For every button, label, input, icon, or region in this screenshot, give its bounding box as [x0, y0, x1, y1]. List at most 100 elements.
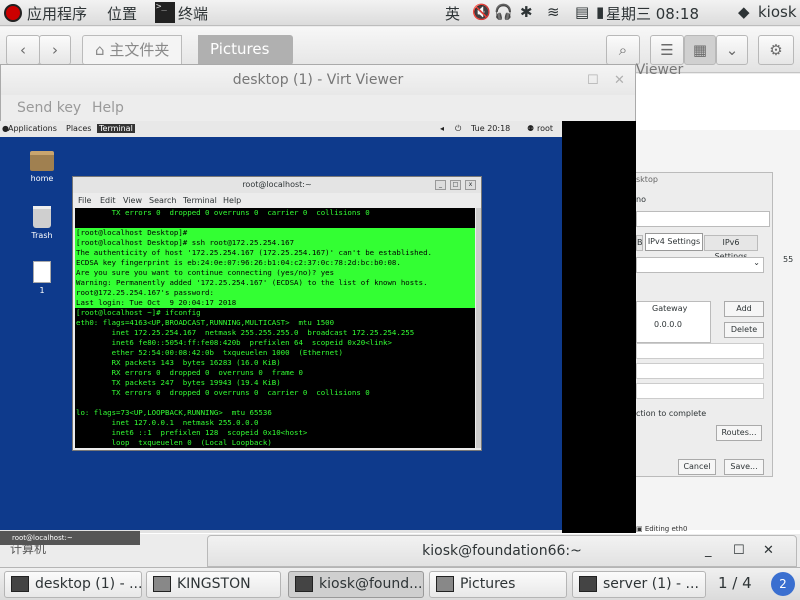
terminal-app-icon: >_ [155, 2, 175, 23]
active-app-label[interactable]: 终端 [178, 3, 208, 24]
name-field[interactable] [636, 211, 770, 227]
require-ipv4-text: ction to complete [636, 409, 707, 418]
search-icon[interactable]: ⌕ [606, 35, 640, 65]
help-menu[interactable]: Help [92, 100, 124, 116]
tab-ipv6-settings[interactable]: IPv6 Settings [704, 235, 758, 261]
terminal-line: TX packets 247 bytes 19943 (19.4 KiB) [76, 378, 281, 387]
terminal-line: TX errors 0 dropped 0 overruns 0 carrier… [76, 208, 370, 217]
minimize-icon[interactable]: _ [435, 180, 446, 190]
path-current-folder[interactable]: Pictures [198, 35, 293, 65]
guest-volume-icon[interactable]: ◂ [440, 124, 444, 133]
user-menu[interactable]: kiosk [758, 3, 797, 21]
terminal-output[interactable]: TX errors 0 dropped 0 overruns 0 carrier… [75, 208, 475, 448]
home-folder-icon[interactable]: home [22, 151, 62, 183]
guest-user-icon: ⚉ [527, 124, 535, 133]
notification-title: kiosk@foundation66:~ [422, 543, 582, 559]
window-icon [579, 576, 597, 592]
delete-button[interactable]: Delete [724, 322, 764, 338]
search-domains-field[interactable] [636, 363, 764, 379]
terminal-menu[interactable]: Terminal [183, 196, 217, 205]
folder-icon [30, 151, 54, 171]
terminal-line: ether 52:54:00:08:42:0b txqueuelen 1000 … [76, 348, 343, 357]
close-icon[interactable]: ✕ [614, 73, 625, 88]
volume-icon[interactable]: 🔇 [472, 3, 491, 21]
close-icon[interactable]: ✕ [763, 536, 774, 566]
clipboard-icon[interactable]: ▤ [575, 3, 589, 21]
taskbar-item-kingston[interactable]: KINGSTON [146, 571, 281, 598]
terminal-line: inet 172.25.254.167 netmask 255.255.255.… [76, 328, 415, 337]
guest-display[interactable]: ● Applications Places Terminal ◂ ⏻ Tue 2… [0, 121, 635, 533]
routes-button[interactable]: Routes... [716, 425, 762, 441]
bluetooth-icon[interactable]: ✱ [520, 3, 533, 21]
grid-view-icon[interactable]: ▦ [684, 35, 716, 65]
terminal-line: [root@localhost Desktop]# [75, 228, 475, 238]
host-desktop-computer-label[interactable]: 计算机 [10, 540, 46, 557]
maximize-icon[interactable]: ☐ [733, 536, 745, 566]
terminal-line: Warning: Permanently added '172.25.254.1… [75, 278, 475, 288]
guest-user-menu[interactable]: root [537, 124, 553, 133]
help-menu[interactable]: Help [223, 196, 241, 205]
maximize-icon[interactable]: □ [450, 180, 461, 190]
virt-viewer-menubar: Send key Help [1, 95, 635, 123]
gear-icon[interactable]: ⚙ [758, 35, 794, 65]
send-key-menu[interactable]: Send key [17, 100, 81, 116]
places-menu[interactable]: 位置 [107, 3, 137, 24]
terminal-scrollbar[interactable] [476, 208, 481, 448]
clock[interactable]: 星期三 08:18 [606, 3, 699, 24]
network-icon: ▣ [636, 525, 643, 533]
trash-desktop-icon[interactable]: Trash [22, 206, 62, 240]
view-menu[interactable]: View [123, 196, 142, 205]
back-button[interactable]: ‹ [6, 35, 40, 65]
terminal-line: [root@localhost ~]# ifconfig [76, 308, 201, 317]
chevron-down-icon[interactable]: ⌄ [716, 35, 748, 65]
maximize-icon[interactable]: ☐ [587, 73, 599, 88]
tab-prev[interactable]: B [636, 235, 643, 251]
terminal-line: [root@localhost Desktop]# ssh root@172.2… [75, 238, 475, 248]
folder-icon [153, 576, 171, 592]
dhcp-client-id-field[interactable] [636, 383, 764, 399]
workspace-indicator[interactable]: 1 / 4 [718, 574, 752, 592]
input-method-indicator[interactable]: 英 [445, 3, 460, 24]
cancel-button[interactable]: Cancel [678, 459, 716, 475]
guest-terminal-indicator[interactable]: Terminal [97, 124, 135, 133]
editing-eth0-label: ▣ Editing eth0 [636, 525, 688, 533]
guest-places-menu[interactable]: Places [66, 124, 91, 133]
edit-menu[interactable]: Edit [100, 196, 116, 205]
minimize-icon[interactable]: _ [705, 536, 712, 566]
terminal-line: root@172.25.254.167's password: [75, 288, 475, 298]
taskbar-item-terminal[interactable]: kiosk@found... [288, 571, 424, 598]
folder-icon [436, 576, 454, 592]
battery-icon[interactable]: ▮ [596, 3, 604, 21]
file-menu[interactable]: File [78, 196, 91, 205]
notification-count-icon[interactable]: 2 [771, 572, 795, 596]
network-dialog: sktop no B IPv4 Settings IPv6 Settings ⌄… [635, 172, 773, 477]
tab-ipv4-settings[interactable]: IPv4 Settings [645, 233, 703, 251]
dns-field[interactable] [636, 343, 764, 359]
headphones-icon[interactable]: 🎧 [494, 3, 513, 21]
list-view-icon[interactable]: ☰ [650, 35, 684, 65]
guest-power-icon[interactable]: ⏻ [455, 124, 461, 134]
wifi-icon[interactable]: ≋ [547, 3, 560, 21]
taskbar-item-server[interactable]: server (1) - ... [572, 571, 706, 598]
addresses-table[interactable]: Gateway 0.0.0.0 [636, 301, 711, 343]
trash-icon [33, 206, 51, 228]
search-menu[interactable]: Search [149, 196, 176, 205]
gateway-value[interactable]: 0.0.0.0 [654, 320, 682, 329]
save-button[interactable]: Save... [724, 459, 764, 475]
gateway-header: Gateway [652, 304, 688, 313]
guest-applications-menu[interactable]: Applications [8, 124, 57, 133]
add-button[interactable]: Add [724, 301, 764, 317]
guest-clock[interactable]: Tue 20:18 [471, 124, 510, 133]
applications-menu[interactable]: 应用程序 [27, 3, 87, 24]
path-home[interactable]: ⌂ 主文件夹 [82, 35, 183, 65]
taskbar-item-desktop[interactable]: desktop (1) - ... [4, 571, 142, 598]
close-icon[interactable]: x [465, 180, 476, 190]
method-select[interactable]: ⌄ [636, 257, 764, 273]
file-desktop-icon[interactable]: 1 [22, 261, 62, 295]
taskbar-item-pictures[interactable]: Pictures [429, 571, 567, 598]
terminal-line: loop txqueuelen 0 (Local Loopback) [76, 438, 272, 447]
forward-button[interactable]: › [39, 35, 71, 65]
chevron-down-icon: ⌄ [753, 258, 760, 267]
